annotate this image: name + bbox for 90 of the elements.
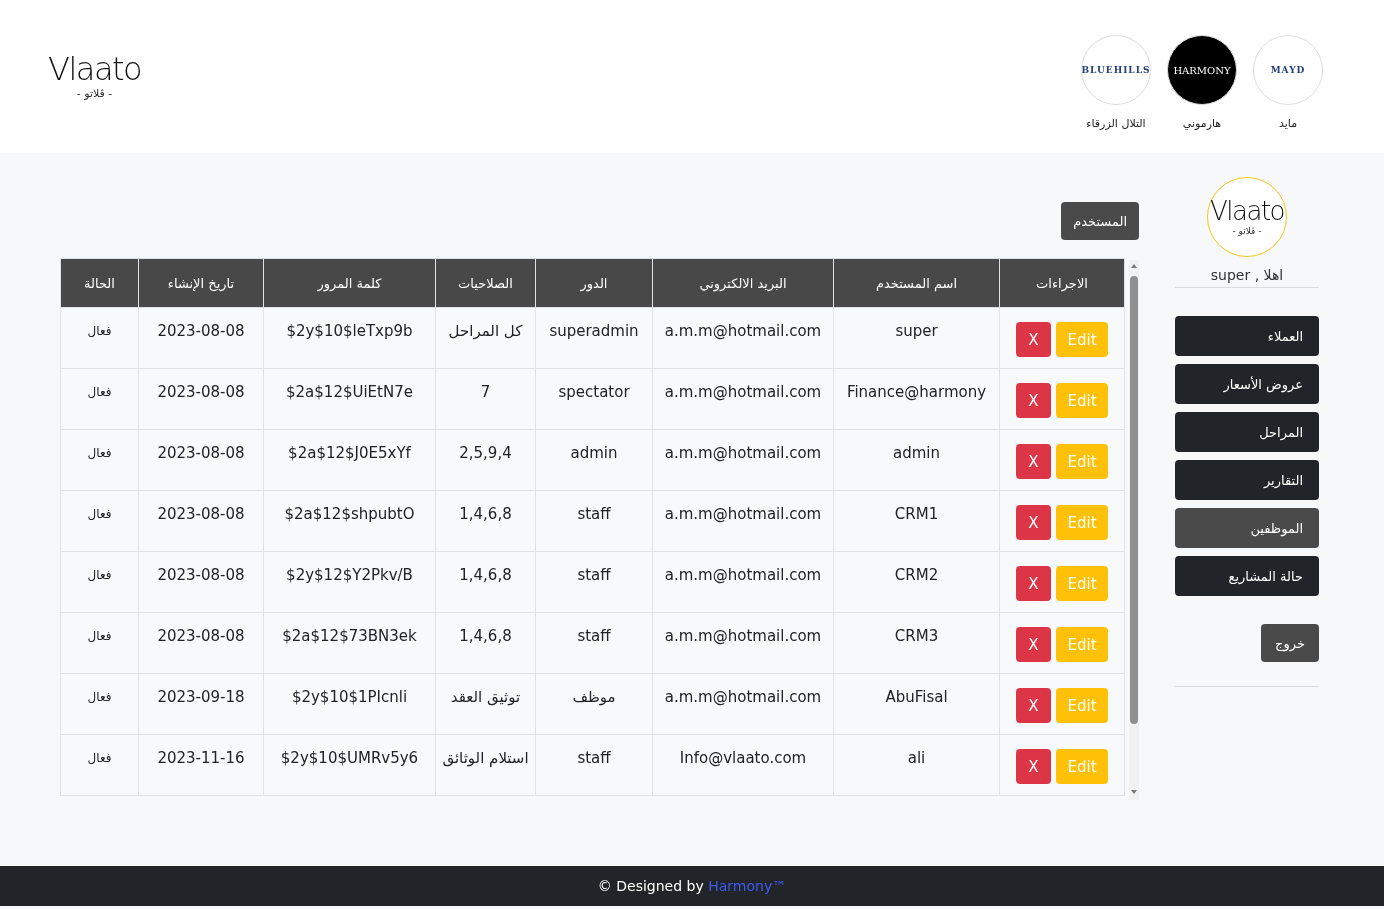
column-header: الصلاحيات bbox=[435, 258, 536, 308]
table-cell: CRM1 bbox=[833, 490, 1000, 552]
column-header: تاريخ الإنشاء bbox=[138, 258, 264, 308]
table-cell: كل المراحل bbox=[435, 307, 536, 369]
column-header: الاجراءات bbox=[999, 258, 1125, 308]
table-cell: $2a$12$UiEtN7e bbox=[263, 368, 436, 430]
table-cell: a.m.m@hotmail.com bbox=[652, 673, 834, 735]
table-cell: CRM3 bbox=[833, 612, 1000, 674]
delete-button[interactable]: X bbox=[1016, 383, 1051, 418]
delete-button[interactable]: X bbox=[1016, 322, 1051, 357]
scrollbar[interactable] bbox=[1129, 260, 1139, 800]
table-cell: Info@vlaato.com bbox=[652, 734, 834, 796]
table-cell: فعال bbox=[60, 368, 139, 430]
table-cell: a.m.m@hotmail.com bbox=[652, 551, 834, 613]
table-cell: a.m.m@hotmail.com bbox=[652, 307, 834, 369]
table-cell: $2y$10$leTxp9b bbox=[263, 307, 436, 369]
table-cell: 2,5,9,4 bbox=[435, 429, 536, 491]
table-cell: staff bbox=[535, 490, 653, 552]
table-cell: 2023-08-08 bbox=[138, 307, 264, 369]
table-cell: staff bbox=[535, 551, 653, 613]
table-cell: فعال bbox=[60, 734, 139, 796]
table-cell: a.m.m@hotmail.com bbox=[652, 612, 834, 674]
table-cell: CRM2 bbox=[833, 551, 1000, 613]
table-cell: 2023-08-08 bbox=[138, 368, 264, 430]
greeting-text: اهلا , super bbox=[1175, 267, 1319, 288]
logout-button[interactable]: خروج bbox=[1261, 624, 1319, 662]
table-cell: 2023-08-08 bbox=[138, 490, 264, 552]
table-cell: 1,4,6,8 bbox=[435, 612, 536, 674]
table-cell: 2023-11-16 bbox=[138, 734, 264, 796]
table-cell: فعال bbox=[60, 612, 139, 674]
delete-button[interactable]: X bbox=[1016, 688, 1051, 723]
table-cell: فعال bbox=[60, 551, 139, 613]
delete-button[interactable]: X bbox=[1016, 566, 1051, 601]
table-cell: $2y$10$UMRv5y6 bbox=[263, 734, 436, 796]
column-header: كلمة المرور bbox=[263, 258, 436, 308]
table-cell: a.m.m@hotmail.com bbox=[652, 490, 834, 552]
delete-button[interactable]: X bbox=[1016, 749, 1051, 784]
column-header: الدور bbox=[535, 258, 653, 308]
sidebar-item[interactable]: الموظفين bbox=[1175, 508, 1319, 548]
table-cell: 2023-08-08 bbox=[138, 429, 264, 491]
partner-name: مايد bbox=[1278, 117, 1298, 130]
partner-name: التلال الزرقاء bbox=[1086, 117, 1146, 130]
table-cell: staff bbox=[535, 612, 653, 674]
table-cell: 1,4,6,8 bbox=[435, 490, 536, 552]
table-cell: admin bbox=[833, 429, 1000, 491]
column-header: الحالة bbox=[60, 258, 139, 308]
table-cell: $2y$10$1PIcnli bbox=[263, 673, 436, 735]
table-cell: $2a$12$73BN3ek bbox=[263, 612, 436, 674]
table-cell: admin bbox=[535, 429, 653, 491]
partner-name: هارموني bbox=[1182, 117, 1222, 130]
table-cell: $2y$12$Y2Pkv/B bbox=[263, 551, 436, 613]
table-cell: Finance@harmony bbox=[833, 368, 1000, 430]
partner-logo[interactable]: BLUEHILLS bbox=[1081, 35, 1151, 105]
table-cell: 2023-08-08 bbox=[138, 551, 264, 613]
table-cell: 2023-09-18 bbox=[138, 673, 264, 735]
table-cell: استلام الوثائق bbox=[435, 734, 536, 796]
table-cell: فعال bbox=[60, 673, 139, 735]
table-cell: 7 bbox=[435, 368, 536, 430]
table-cell: فعال bbox=[60, 490, 139, 552]
partner-logo[interactable]: MAYD bbox=[1253, 35, 1323, 105]
users-button[interactable]: المستخدم bbox=[1061, 202, 1139, 240]
partner-logo[interactable]: HARMONY bbox=[1167, 35, 1237, 105]
sidebar-item[interactable]: عروض الأسعار bbox=[1175, 364, 1319, 404]
delete-button[interactable]: X bbox=[1016, 505, 1051, 540]
sidebar-item[interactable]: التقارير bbox=[1175, 460, 1319, 500]
table-cell: $2a$12$J0E5xYf bbox=[263, 429, 436, 491]
table-cell: a.m.m@hotmail.com bbox=[652, 368, 834, 430]
delete-button[interactable]: X bbox=[1016, 627, 1051, 662]
table-cell: فعال bbox=[60, 429, 139, 491]
column-header: البريد الالكتروني bbox=[652, 258, 834, 308]
sidebar-item[interactable]: حالة المشاريع bbox=[1175, 556, 1319, 596]
table-cell: spectator bbox=[535, 368, 653, 430]
footer-text: © Designed by bbox=[597, 878, 705, 894]
table-cell: توثيق العقد bbox=[435, 673, 536, 735]
table-cell: a.m.m@hotmail.com bbox=[652, 429, 834, 491]
sidebar-item[interactable]: العملاء bbox=[1175, 316, 1319, 356]
table-cell: $2a$12$shpubtO bbox=[263, 490, 436, 552]
delete-button[interactable]: X bbox=[1016, 444, 1051, 479]
table-cell: AbuFisal bbox=[833, 673, 1000, 735]
table-cell: super bbox=[833, 307, 1000, 369]
column-header: اسم المستخدم bbox=[833, 258, 1000, 308]
footer-link[interactable]: Harmony™ bbox=[708, 878, 787, 894]
table-cell: ali bbox=[833, 734, 1000, 796]
table-cell: staff bbox=[535, 734, 653, 796]
sidebar-item[interactable]: المراحل bbox=[1175, 412, 1319, 452]
table-cell: superadmin bbox=[535, 307, 653, 369]
table-cell: 1,4,6,8 bbox=[435, 551, 536, 613]
table-cell: موظف bbox=[535, 673, 653, 735]
table-cell: فعال bbox=[60, 307, 139, 369]
table-cell: 2023-08-08 bbox=[138, 612, 264, 674]
